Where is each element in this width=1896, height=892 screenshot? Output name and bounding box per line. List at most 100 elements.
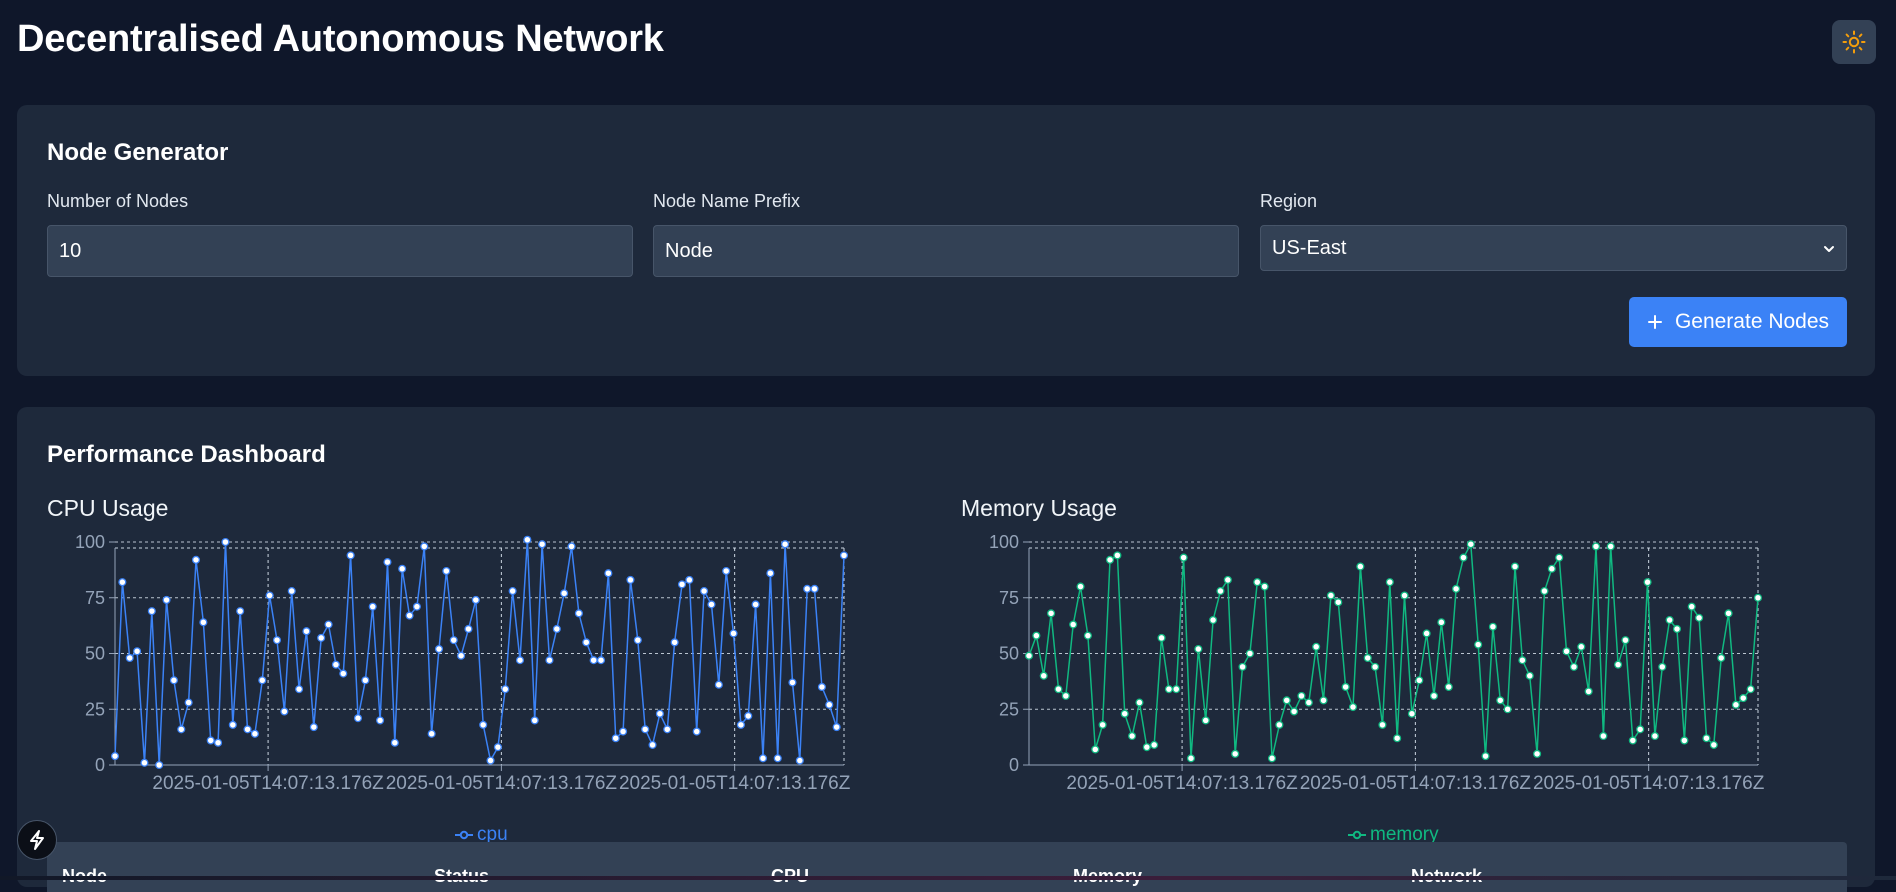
- cpu-data-point: [420, 542, 429, 551]
- cpu-data-point: [265, 591, 274, 600]
- cpu-data-point: [722, 566, 731, 576]
- cpu-data-point: [611, 734, 620, 743]
- memory-data-point: [1702, 734, 1711, 743]
- cpu-data-point: [633, 636, 642, 645]
- cpu-data-point: [405, 611, 414, 620]
- memory-data-point: [1695, 613, 1704, 622]
- memory-data-point: [1591, 542, 1601, 551]
- x-tick-label: 2025-01-05T14:07:13.176Z: [152, 773, 384, 794]
- node-name-prefix-value: Node: [665, 239, 713, 262]
- memory-data-point: [1135, 698, 1144, 707]
- y-tick-label: 75: [999, 588, 1019, 608]
- cpu-usage-chart: 02550751002025-01-05T14:07:13.176Z 2025-0…: [75, 532, 851, 794]
- cpu-data-point: [552, 624, 561, 634]
- memory-data-point: [1510, 562, 1520, 571]
- memory-data-point: [1577, 642, 1586, 651]
- y-tick-label: 100: [75, 532, 105, 552]
- cpu-data-point: [199, 618, 208, 627]
- cpu-data-point: [825, 700, 834, 709]
- cpu-data-point: [781, 540, 790, 549]
- memory-data-point: [1194, 644, 1203, 654]
- cpu-data-point: [353, 714, 363, 723]
- cpu-data-point: [412, 602, 421, 611]
- memory-data-point: [1098, 720, 1107, 729]
- cpu-data-point: [744, 711, 753, 720]
- cpu-data-point: [626, 575, 635, 584]
- cpu-data-point: [287, 587, 296, 596]
- memory-data-point: [1643, 578, 1652, 587]
- generate-nodes-button[interactable]: Generate Nodes: [1629, 297, 1847, 347]
- cpu-data-point: [162, 595, 171, 605]
- memory-data-point: [1363, 653, 1372, 663]
- node-generator-card: Node Generator Number of Nodes 10 Node N…: [17, 105, 1875, 376]
- cpu-data-point: [766, 569, 775, 578]
- memory-usage-chart: 02550751002025-01-05T14:07:13.176Z 2025-0…: [989, 532, 1765, 794]
- x-tick-label: 2025-01-05T14:07:13.176Z: [1533, 773, 1765, 794]
- memory-data-point: [1083, 631, 1092, 640]
- cpu-data-point: [228, 720, 237, 729]
- dev-tools-button[interactable]: [17, 820, 57, 860]
- cpu-data-point: [243, 725, 252, 734]
- cpu-data-point: [184, 698, 193, 707]
- theme-toggle-button[interactable]: [1832, 20, 1876, 64]
- memory-data-point: [1606, 542, 1615, 551]
- number-of-nodes-input[interactable]: 10: [47, 225, 633, 277]
- cpu-data-point: [589, 656, 598, 665]
- plus-icon: [1647, 315, 1662, 329]
- memory-data-point: [1437, 618, 1446, 627]
- memory-data-point: [1201, 716, 1210, 725]
- cpu-data-point: [140, 758, 149, 767]
- region-select[interactable]: US-East: [1260, 225, 1847, 271]
- cpu-data-point: [486, 756, 495, 765]
- cpu-data-point: [457, 651, 466, 660]
- cpu-data-point: [155, 760, 164, 770]
- cpu-data-point: [390, 738, 399, 747]
- x-tick-label: 2025-01-05T14:07:13.176Z: [386, 773, 618, 794]
- memory-data-point: [1709, 740, 1718, 749]
- memory-data-point: [1753, 593, 1763, 602]
- memory-data-point: [1525, 671, 1534, 680]
- cpu-data-point: [331, 660, 340, 669]
- region-label: Region: [1260, 191, 1318, 211]
- lightning-icon: [30, 830, 44, 850]
- cpu-data-point: [398, 564, 407, 573]
- memory-data-point: [1481, 752, 1490, 761]
- memory-data-point: [1466, 540, 1475, 549]
- memory-data-point: [1341, 682, 1350, 692]
- y-tick-label: 100: [989, 532, 1019, 552]
- memory-data-point: [1047, 609, 1056, 618]
- memory-data-point: [1717, 653, 1726, 663]
- cpu-data-point: [368, 602, 377, 611]
- memory-data-point: [1746, 685, 1755, 694]
- performance-dashboard-card: Performance Dashboard CPU Usage 0 25 50 75 1…: [17, 407, 1875, 892]
- cpu-chart-title: CPU Usage: [47, 495, 169, 521]
- memory-data-point: [1665, 616, 1674, 625]
- cpu-data-point: [236, 607, 245, 616]
- memory-data-point: [1245, 649, 1254, 658]
- node-name-prefix-input[interactable]: Node: [653, 225, 1239, 277]
- memory-data-point: [1533, 749, 1542, 758]
- cpu-data-point: [648, 740, 657, 749]
- memory-data-point: [1356, 562, 1365, 571]
- cpu-data-point: [479, 720, 488, 729]
- cpu-data-point: [376, 716, 385, 725]
- nodes-table-header: Node Status CPU Memory Network: [47, 842, 1847, 892]
- memory-data-point: [1488, 622, 1497, 631]
- cpu-data-point: [832, 723, 841, 732]
- cpu-data-point: [169, 676, 178, 685]
- memory-data-point: [1091, 745, 1100, 754]
- cpu-data-point: [582, 638, 591, 647]
- cpu-data-point: [110, 752, 120, 761]
- memory-data-point: [1076, 582, 1085, 591]
- memory-data-point: [1120, 709, 1129, 718]
- y-tick-label: 0: [1009, 755, 1019, 775]
- memory-data-point: [1739, 694, 1748, 703]
- memory-data-point: [1326, 591, 1335, 600]
- memory-data-point: [1267, 754, 1277, 763]
- memory-data-point: [1422, 629, 1431, 638]
- memory-data-point: [1569, 662, 1578, 671]
- memory-data-point: [1599, 731, 1608, 741]
- cpu-data-point: [817, 682, 826, 692]
- cpu-data-point: [206, 736, 215, 745]
- cpu-data-point: [118, 578, 127, 587]
